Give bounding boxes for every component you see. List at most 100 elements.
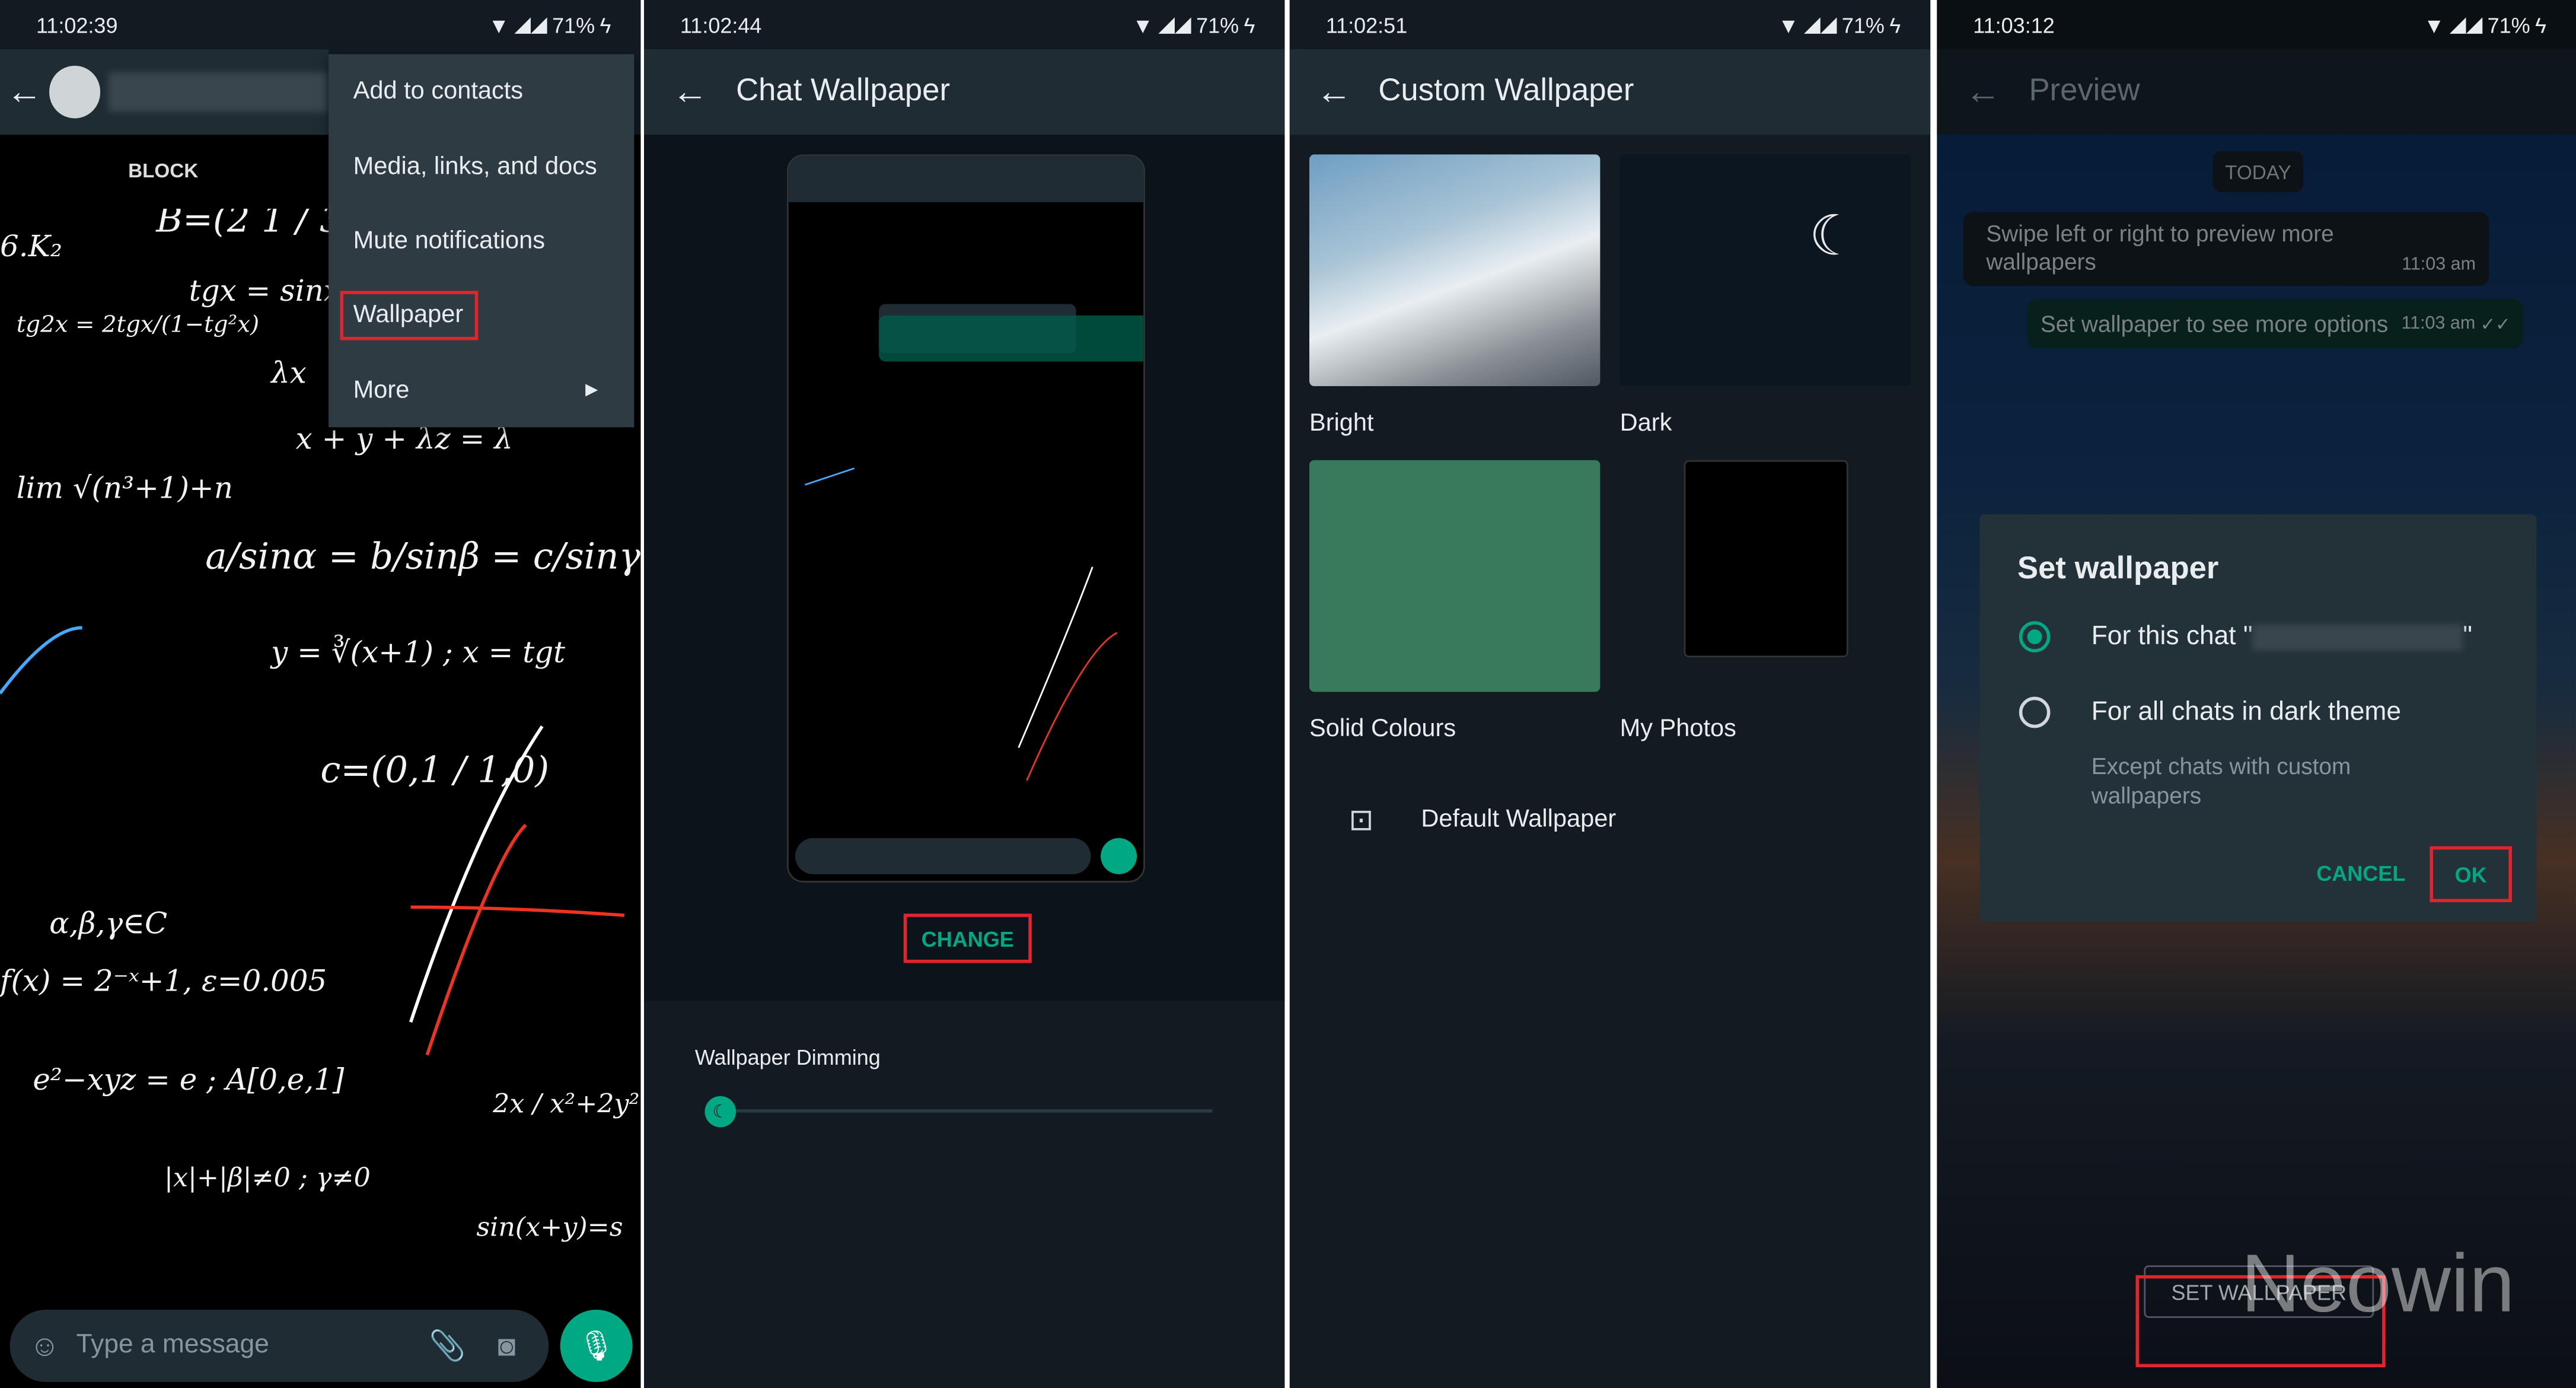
- screenshot-collage: B=(2 1 / 3 0) tgx = sinx/cosx tg2x = 2tg…: [0, 0, 2576, 1388]
- back-arrow-icon[interactable]: ←: [1290, 71, 1379, 113]
- battery-level: 71%: [1196, 12, 1239, 37]
- page-title: Chat Wallpaper: [736, 74, 950, 109]
- clock: 11:02:39: [36, 12, 118, 37]
- message-placeholder: Type a message: [76, 1331, 269, 1360]
- page-title: Custom Wallpaper: [1378, 74, 1634, 109]
- app-bar: ← Custom Wallpaper: [1289, 49, 1931, 135]
- clock: 11:02:44: [680, 12, 762, 37]
- message-time: 11:03 am: [2401, 314, 2476, 334]
- dialog-title: Set wallpaper: [2017, 552, 2219, 587]
- ok-button[interactable]: OK: [2430, 846, 2512, 902]
- wifi-icon: ▼: [1132, 12, 1154, 37]
- neowin-watermark: Neowin: [2241, 1236, 2515, 1331]
- menu-label: Mute notifications: [353, 227, 546, 255]
- charging-icon: ϟ: [1889, 12, 1901, 37]
- wifi-icon: ▼: [1778, 12, 1799, 37]
- dark-label: Dark: [1619, 409, 1672, 437]
- overflow-menu: Add to contacts Media, links, and docs M…: [329, 54, 635, 428]
- default-wallpaper-icon: ⊡: [1348, 803, 1374, 837]
- set-wallpaper-dialog: Set wallpaper For this chat " " For all …: [1979, 514, 2537, 922]
- clock: 11:03:12: [1973, 12, 2055, 37]
- my-photos-label: My Photos: [1619, 715, 1736, 743]
- wifi-icon: ▼: [2423, 12, 2445, 37]
- charging-icon: ϟ: [2535, 12, 2547, 37]
- menu-item-more[interactable]: More ▶: [329, 352, 634, 427]
- option-label: For this chat ": [2091, 622, 2253, 651]
- message-text: Set wallpaper to see more options: [2040, 310, 2389, 337]
- cancel-button[interactable]: CANCEL: [2316, 861, 2405, 886]
- avatar-icon[interactable]: [49, 65, 101, 119]
- menu-item-media[interactable]: Media, links, and docs: [329, 129, 634, 203]
- chat-header: ←: [0, 49, 329, 135]
- charging-icon: ϟ: [600, 12, 611, 37]
- message-input[interactable]: ☺ Type a message 📎 ◙: [9, 1310, 549, 1382]
- page-title: Preview: [2029, 74, 2140, 109]
- moon-icon: ☾: [1809, 205, 1859, 268]
- incoming-message: Swipe left or right to preview more wall…: [1963, 212, 2489, 286]
- clock: 11:02:51: [1325, 12, 1408, 37]
- change-button[interactable]: CHANGE: [903, 913, 1032, 963]
- status-bar: 11:02:51 ▼ ◢◢ 71% ϟ: [1289, 0, 1931, 50]
- battery-level: 71%: [2487, 12, 2530, 37]
- app-bar: ← Preview: [1937, 49, 2576, 135]
- my-photos-thumbnail[interactable]: [1684, 460, 1848, 658]
- back-arrow-icon[interactable]: ←: [644, 71, 736, 113]
- message-text: Swipe left or right to preview more wall…: [1986, 220, 2334, 275]
- radio-all-chats[interactable]: [2019, 696, 2051, 728]
- option-this-chat[interactable]: For this chat " ": [2092, 623, 2472, 652]
- block-button[interactable]: BLOCK: [128, 160, 198, 183]
- menu-label: More: [353, 375, 410, 404]
- option-subtext: Except chats with custom wallpapers: [2091, 752, 2351, 809]
- signal-icon: ◢◢: [514, 11, 547, 36]
- camera-icon[interactable]: ◙: [498, 1329, 515, 1363]
- emoji-icon[interactable]: ☺: [30, 1329, 60, 1363]
- date-chip: TODAY: [2212, 151, 2304, 193]
- signal-icon: ◢◢: [1804, 11, 1837, 36]
- watermark-text: Neowin: [2240, 1237, 2515, 1330]
- back-arrow-icon[interactable]: ←: [1937, 71, 2029, 113]
- solid-colours-label: Solid Colours: [1309, 715, 1456, 743]
- message-time: 11:03 am: [2402, 254, 2476, 275]
- menu-label: Media, links, and docs: [353, 152, 597, 180]
- menu-item-add-to-contacts[interactable]: Add to contacts: [329, 54, 634, 129]
- panel-chat-wallpaper: 11:02:44 ▼ ◢◢ 71% ϟ ← Chat Wallpaper CHANGE…: [643, 0, 1285, 1388]
- attach-icon[interactable]: 📎: [429, 1329, 466, 1363]
- signal-icon: ◢◢: [2449, 11, 2483, 36]
- option-all-chats[interactable]: For all chats in dark theme: [2092, 698, 2401, 728]
- panel-chat-menu: B=(2 1 / 3 0) tgx = sinx/cosx tg2x = 2tg…: [0, 0, 641, 1388]
- back-arrow-icon[interactable]: ←: [0, 71, 49, 113]
- solid-colours-thumbnail[interactable]: [1309, 460, 1601, 692]
- outgoing-message: Set wallpaper to see more options 11:03 …: [2027, 299, 2524, 349]
- wallpaper-preview-phone[interactable]: [787, 154, 1145, 883]
- battery-level: 71%: [552, 12, 595, 37]
- menu-label: Add to contacts: [353, 77, 524, 106]
- bright-thumbnail[interactable]: [1309, 154, 1601, 387]
- bright-label: Bright: [1309, 409, 1374, 437]
- status-bar: 11:02:39 ▼ ◢◢ 71% ϟ: [0, 0, 641, 50]
- radio-this-chat[interactable]: [2019, 621, 2051, 652]
- preview-composer: [795, 838, 1091, 874]
- preview-mic: [1101, 838, 1137, 874]
- panel-custom-wallpaper: 11:02:51 ▼ ◢◢ 71% ϟ ← Custom Wallpaper Brig…: [1289, 0, 1931, 1388]
- slider-thumb-moon-icon[interactable]: ☾: [704, 1096, 737, 1128]
- mic-icon[interactable]: 🎙: [560, 1310, 633, 1382]
- dark-thumbnail[interactable]: ☾: [1619, 154, 1911, 387]
- default-wallpaper-item[interactable]: Default Wallpaper: [1421, 805, 1616, 833]
- highlight-box: [340, 291, 479, 340]
- dimming-slider[interactable]: [719, 1109, 1213, 1113]
- preview-math-drawing: [805, 467, 1118, 781]
- menu-item-mute[interactable]: Mute notifications: [329, 203, 634, 278]
- battery-level: 71%: [1841, 12, 1885, 37]
- signal-icon: ◢◢: [1158, 11, 1191, 36]
- dimming-label: Wallpaper Dimming: [694, 1045, 881, 1070]
- wifi-icon: ▼: [488, 12, 510, 37]
- charging-icon: ϟ: [1244, 12, 1255, 37]
- chat-name-blurred: [2252, 624, 2463, 651]
- block-bar: BLOCK: [0, 135, 329, 209]
- contact-name-blurred[interactable]: [109, 72, 329, 112]
- chevron-right-icon: ▶: [585, 381, 598, 399]
- app-bar: ← Chat Wallpaper: [643, 49, 1285, 135]
- option-label-end: ": [2463, 622, 2473, 651]
- status-bar: 11:02:44 ▼ ◢◢ 71% ϟ: [643, 0, 1285, 50]
- double-check-icon: ✓✓: [2480, 314, 2511, 335]
